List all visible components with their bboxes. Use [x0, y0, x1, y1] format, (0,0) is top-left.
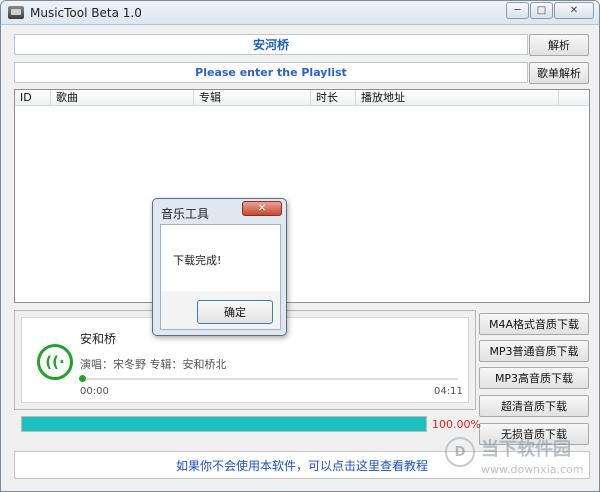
play-signal-icon[interactable]: ((·: [37, 344, 73, 380]
download-progress-fill: [22, 417, 426, 431]
column-header-album[interactable]: 专辑: [194, 90, 311, 106]
table-header: ID 歌曲 专辑 时长 播放地址: [15, 90, 589, 106]
playlist-parse-button[interactable]: 歌单解析: [529, 62, 589, 84]
dialog-close-button[interactable]: ✕: [242, 201, 282, 216]
song-name-input[interactable]: 安河桥: [14, 34, 528, 55]
playback-slider-handle[interactable]: [79, 375, 86, 382]
column-header-song[interactable]: 歌曲: [51, 90, 194, 106]
column-header-play-url[interactable]: 播放地址: [356, 90, 559, 106]
total-time: 04:11: [434, 386, 463, 397]
close-button[interactable]: ✕: [554, 2, 594, 19]
message-dialog: 音乐工具 ✕ 下载完成! 确定: [152, 198, 287, 336]
help-link[interactable]: 如果你不会使用本软件，可以点击这里查看教程: [14, 451, 590, 479]
column-header-id[interactable]: ID: [15, 90, 51, 106]
lossless-download-button[interactable]: 无损音质下载: [479, 423, 589, 445]
parse-button[interactable]: 解析: [529, 34, 589, 56]
hq-download-button[interactable]: 超清音质下载: [479, 395, 589, 417]
mp3-high-download-button[interactable]: MP3高音质下载: [479, 367, 589, 389]
dialog-message-area: 下载完成!: [161, 225, 280, 291]
now-playing-meta: 演唱：宋冬野 专辑：安和桥北: [80, 358, 227, 371]
dialog-title: 音乐工具: [161, 207, 210, 221]
m4a-download-button[interactable]: M4A格式音质下载: [479, 313, 589, 335]
song-table[interactable]: ID 歌曲 专辑 时长 播放地址: [14, 89, 590, 303]
playback-slider[interactable]: [79, 375, 458, 382]
title-bar[interactable]: MusicTool Beta 1.0 ─ □ ✕: [1, 1, 599, 25]
column-header-duration[interactable]: 时长: [311, 90, 356, 106]
playlist-input[interactable]: Please enter the Playlist: [14, 62, 528, 83]
app-icon: [8, 6, 24, 19]
download-progress-bar: [21, 416, 427, 432]
window-title: MusicTool Beta 1.0: [30, 6, 142, 20]
download-progress-text: 100.00%: [432, 418, 481, 431]
now-playing-title: 安和桥: [80, 332, 117, 346]
current-time: 00:00: [80, 386, 109, 397]
maximize-button[interactable]: □: [530, 2, 553, 19]
dialog-ok-button[interactable]: 确定: [197, 300, 273, 324]
minimize-button[interactable]: ─: [506, 2, 529, 19]
dialog-message: 下载完成!: [173, 254, 222, 267]
app-window: MusicTool Beta 1.0 ─ □ ✕ 安河桥 解析 Please e…: [0, 0, 600, 492]
mp3-normal-download-button[interactable]: MP3普通音质下载: [479, 340, 589, 362]
dialog-body: 下载完成! 确定: [160, 224, 281, 330]
